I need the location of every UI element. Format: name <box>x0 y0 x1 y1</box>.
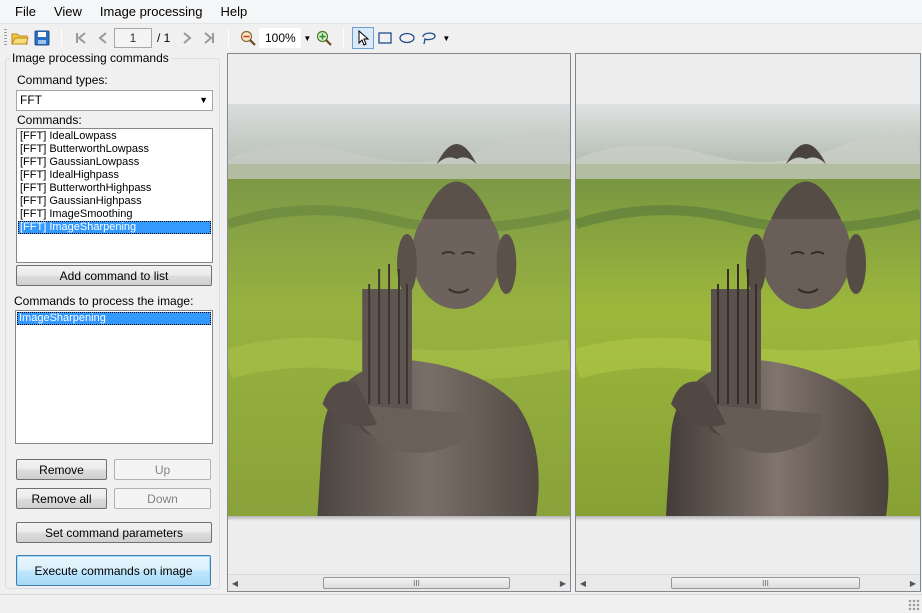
commands-list[interactable]: [FFT] IdealLowpass [FFT] ButterworthLowp… <box>16 128 213 263</box>
menu-image-processing[interactable]: Image processing <box>91 0 212 24</box>
list-item[interactable]: [FFT] GaussianHighpass <box>18 195 211 208</box>
scroll-left-icon[interactable]: ◀ <box>576 575 590 591</box>
toolbar-grip[interactable] <box>4 29 7 47</box>
set-parameters-button[interactable]: Set command parameters <box>16 522 212 543</box>
statue-image-processed <box>576 104 920 516</box>
scrollbar-thumb[interactable]: III <box>323 577 510 589</box>
original-image-viewer[interactable]: ◀ III ▶ <box>227 53 571 592</box>
toolbar: 1 / 1 100% ▼ ▼ <box>0 24 922 52</box>
page-total: / 1 <box>157 31 171 45</box>
processed-image-viewer[interactable]: ◀ III ▶ <box>575 53 921 592</box>
statue-image <box>228 104 570 516</box>
process-commands-list[interactable]: ImageSharpening <box>15 310 213 444</box>
list-item[interactable]: [FFT] IdealHighpass <box>18 169 211 182</box>
zoom-in-icon[interactable] <box>313 27 335 49</box>
save-icon[interactable] <box>31 27 53 49</box>
command-types-value: FFT <box>20 93 42 107</box>
chevron-down-icon[interactable]: ▼ <box>199 91 208 110</box>
menu-view[interactable]: View <box>45 0 91 24</box>
scroll-right-icon[interactable]: ▶ <box>906 575 920 591</box>
scrollbar-thumb[interactable]: III <box>671 577 860 589</box>
toolbar-separator <box>61 29 62 47</box>
remove-all-button[interactable]: Remove all <box>16 488 107 509</box>
menu-bar: File View Image processing Help <box>0 0 922 24</box>
list-item-selected[interactable]: ImageSharpening <box>17 312 211 325</box>
up-button[interactable]: Up <box>114 459 211 480</box>
status-bar <box>0 594 922 613</box>
zoom-dropdown-icon[interactable]: ▼ <box>301 28 313 48</box>
page-number-input[interactable]: 1 <box>114 28 152 48</box>
down-button[interactable]: Down <box>114 488 211 509</box>
commands-label: Commands: <box>17 113 82 127</box>
image-shadow <box>228 516 570 521</box>
image-shadow <box>576 516 920 521</box>
scroll-right-icon[interactable]: ▶ <box>556 575 570 591</box>
menu-help[interactable]: Help <box>212 0 257 24</box>
lasso-icon[interactable] <box>418 27 440 49</box>
zoom-level[interactable]: 100% <box>259 28 302 48</box>
open-folder-icon[interactable] <box>9 27 31 49</box>
list-item[interactable]: [FFT] ImageSmoothing <box>18 208 211 221</box>
process-commands-label: Commands to process the image: <box>14 294 194 308</box>
list-item[interactable]: [FFT] ButterworthHighpass <box>18 182 211 195</box>
command-types-select[interactable]: FFT ▼ <box>16 90 213 111</box>
list-item[interactable]: [FFT] IdealLowpass <box>18 130 211 143</box>
command-types-label: Command types: <box>17 73 108 87</box>
toolbar-separator <box>343 29 345 47</box>
panel-title: Image processing commands <box>10 51 171 65</box>
toolbar-separator <box>228 29 230 47</box>
list-item[interactable]: [FFT] GaussianLowpass <box>18 156 211 169</box>
first-page-icon[interactable] <box>70 27 92 49</box>
execute-commands-button[interactable]: Execute commands on image <box>16 555 211 586</box>
next-page-icon[interactable] <box>176 27 198 49</box>
horizontal-scrollbar[interactable]: ◀ III ▶ <box>228 574 570 591</box>
selection-dropdown-icon[interactable]: ▼ <box>440 28 452 48</box>
menu-file[interactable]: File <box>6 0 45 24</box>
zoom-out-icon[interactable] <box>237 27 259 49</box>
pointer-icon[interactable] <box>352 27 375 49</box>
remove-button[interactable]: Remove <box>16 459 107 480</box>
rectangle-icon[interactable] <box>374 27 396 49</box>
commands-panel: Image processing commands Command types:… <box>5 51 220 589</box>
add-command-button[interactable]: Add command to list <box>16 265 212 286</box>
horizontal-scrollbar[interactable]: ◀ III ▶ <box>576 574 920 591</box>
prev-page-icon[interactable] <box>92 27 114 49</box>
list-item-selected[interactable]: [FFT] ImageSharpening <box>18 221 211 234</box>
resize-grip-icon[interactable] <box>908 599 920 611</box>
list-item[interactable]: [FFT] ButterworthLowpass <box>18 143 211 156</box>
scroll-left-icon[interactable]: ◀ <box>228 575 242 591</box>
ellipse-icon[interactable] <box>396 27 418 49</box>
last-page-icon[interactable] <box>198 27 220 49</box>
